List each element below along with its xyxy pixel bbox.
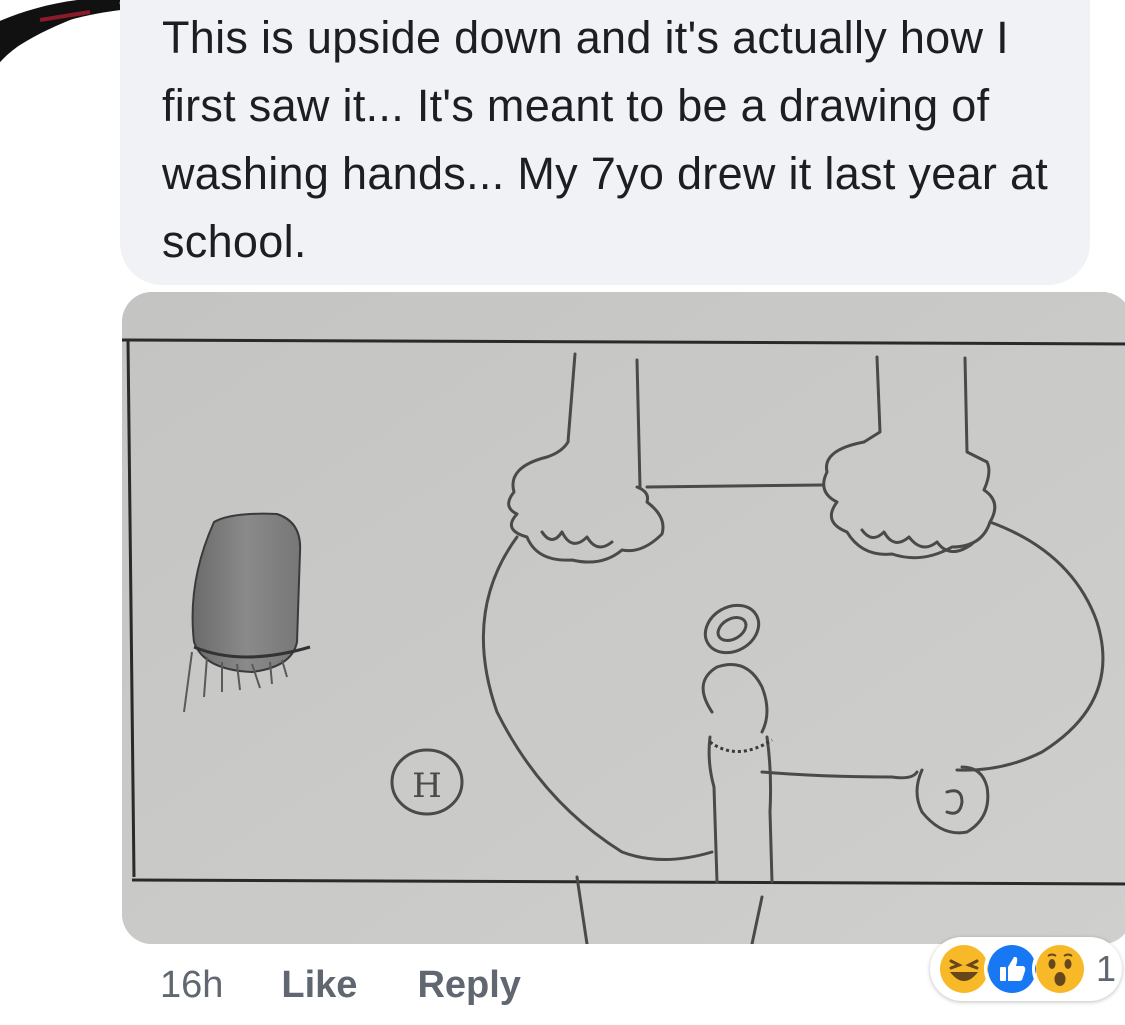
attached-photo[interactable]: H bbox=[122, 292, 1125, 944]
reaction-pill[interactable]: 1 bbox=[930, 937, 1123, 1001]
drawing-letter-h: H bbox=[412, 766, 442, 806]
comment-screenshot: This is upside down and it's actually ho… bbox=[0, 0, 1125, 1025]
child-drawing: H bbox=[122, 292, 1125, 944]
reaction-summary[interactable]: 1 bbox=[930, 937, 1123, 1001]
comment-bubble: This is upside down and it's actually ho… bbox=[120, 0, 1090, 285]
comment-actions: 16h Like Reply bbox=[160, 955, 581, 1015]
reply-button[interactable]: Reply bbox=[417, 964, 520, 1007]
wow-icon bbox=[1032, 941, 1088, 997]
reaction-count: 1 bbox=[1096, 948, 1117, 989]
comment-timestamp: 16h bbox=[160, 963, 224, 1006]
comment-text: This is upside down and it's actually ho… bbox=[162, 12, 1049, 267]
like-button[interactable]: Like bbox=[281, 964, 357, 1007]
